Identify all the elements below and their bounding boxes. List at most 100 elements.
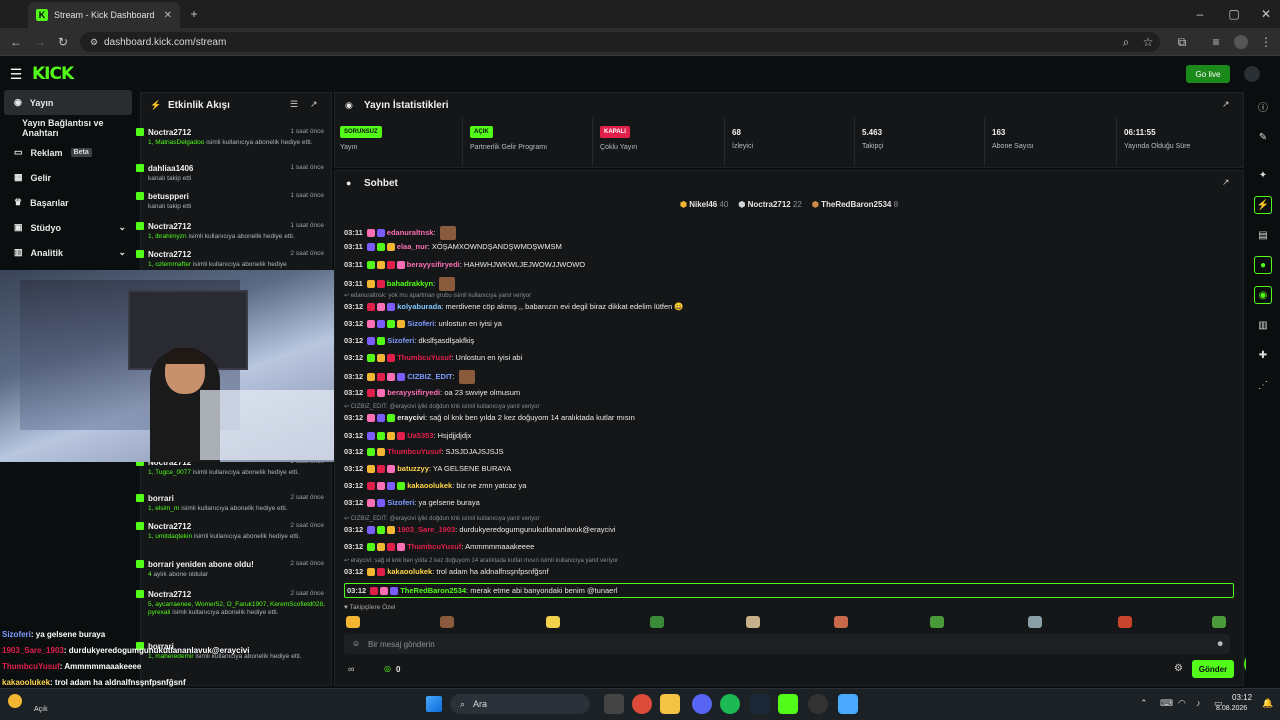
chat-settings-icon[interactable]: ⚙ <box>1174 663 1183 674</box>
chat-message[interactable]: 03:12 ThumbcuYusuf: Ammmmmaaakeeee <box>344 542 1234 552</box>
chat-message[interactable]: 03:11 bahadrakkyn: <box>344 277 1234 291</box>
media-icon[interactable]: ≡ <box>1206 32 1226 52</box>
message-username[interactable]: ThumbcuYusuf <box>407 542 461 551</box>
chat-message[interactable]: 03:12 berayysifiryedi: oa 23 swviye olmus… <box>344 388 1234 398</box>
file-explorer-icon[interactable] <box>660 694 680 714</box>
popout-icon[interactable]: ↗ <box>1222 99 1230 110</box>
nav-item-basarilar[interactable]: ♛ Başarılar <box>0 190 136 215</box>
chat-message[interactable]: 03:12 Ua5353: Hsjdjjdjdjx <box>344 431 1234 441</box>
chat-message[interactable]: 03:12 ThumbcuYusuf: SJSJDJAJSJSJS <box>344 447 1234 457</box>
filter-icon[interactable]: ☰ <box>290 99 298 110</box>
task-view-icon[interactable] <box>604 694 624 714</box>
app-icon[interactable] <box>838 694 858 714</box>
minimize-icon[interactable]: – <box>1190 4 1210 24</box>
chat-message[interactable]: 03:12 1903_Sare_1903: durdukyeredogumgunu… <box>344 525 1234 535</box>
message-username[interactable]: ThumbcuYusuf <box>387 447 441 456</box>
site-info-icon[interactable]: ⚙ <box>84 32 104 52</box>
bookmark-star-icon[interactable]: ☆ <box>1138 32 1158 52</box>
notification-icon[interactable]: 🔔 <box>1262 698 1273 709</box>
windows-start-icon[interactable] <box>426 696 442 712</box>
message-username[interactable]: berayysifiryedi <box>407 260 460 269</box>
discord-icon[interactable] <box>692 694 712 714</box>
top-gifter[interactable]: ⬢ Nikel46 40 <box>680 200 728 209</box>
chat-message[interactable]: 03:12 Sizoferi: dkslfşasdlşakfkiş <box>344 336 1234 346</box>
user-avatar[interactable] <box>1244 66 1260 82</box>
reload-icon[interactable]: ↻ <box>53 32 73 52</box>
chat-message[interactable]: 03:11 edanuraltnsk: <box>344 226 1234 240</box>
top-gifter[interactable]: ⬢ TheRedBaron2534 8 <box>812 200 898 209</box>
chat-message[interactable]: 03:12 Sizoferi: unlostun en iyisi ya <box>344 319 1234 329</box>
forward-icon[interactable]: → <box>30 32 50 52</box>
nav-item-stream-key[interactable]: Yayın Bağlantısı ve Anahtarı <box>0 115 136 140</box>
language-icon[interactable]: ⌨ <box>1160 698 1173 709</box>
edit-icon[interactable]: ✎ <box>1254 128 1272 146</box>
chat-message[interactable]: 03:12 eraycivi: sağ ol knk ben yılda 2 ke… <box>344 413 1234 423</box>
wrench-icon[interactable]: ✚ <box>1254 346 1272 364</box>
chat-message[interactable]: 03:12 batuzzyy: YA GELSENE BURAYA <box>344 464 1234 474</box>
message-username[interactable]: kolyaburada <box>397 302 441 311</box>
message-username[interactable]: berayysifiryedi <box>387 388 440 397</box>
nav-item-yayin[interactable]: ◉ Yayın <box>4 90 132 115</box>
menu-icon[interactable]: ☰ <box>6 64 26 84</box>
spotify-icon[interactable] <box>720 694 740 714</box>
chat-message[interactable]: 03:11 berayysifiryedi: HAHWHJWKWLJEJWOWJJ… <box>344 260 1234 270</box>
message-username[interactable]: Ua5353 <box>407 431 433 440</box>
new-tab-icon[interactable]: + <box>184 4 204 24</box>
tray-chevron-icon[interactable]: ⌃ <box>1140 698 1148 709</box>
message-username[interactable]: 1903_Sare_1903 <box>397 525 455 534</box>
emote-button[interactable] <box>546 616 560 628</box>
message-username[interactable]: kakaoolukek <box>407 481 452 490</box>
message-username[interactable]: CIZBIZ_EDIT <box>407 372 452 381</box>
top-gifter[interactable]: ⬢ Noctra2712 22 <box>738 200 802 209</box>
emote-icon[interactable]: ☻ <box>1216 639 1224 648</box>
close-tab-icon[interactable]: ✕ <box>164 10 172 21</box>
go-live-button[interactable]: Go live <box>1186 65 1230 83</box>
emote-button[interactable] <box>930 616 944 628</box>
message-username[interactable]: batuzzyy <box>397 464 429 473</box>
chat-message[interactable]: 03:12 CIZBIZ_EDIT: <box>344 370 1234 384</box>
kick-app-icon[interactable] <box>778 694 798 714</box>
send-button[interactable]: Gönder <box>1192 660 1234 678</box>
emote-button[interactable] <box>1028 616 1042 628</box>
nav-item-reklam[interactable]: ▭ Reklam Beta <box>0 140 136 165</box>
profile-avatar[interactable] <box>1234 35 1248 49</box>
message-username[interactable]: Sizoferi <box>387 498 414 507</box>
emote-button[interactable] <box>440 616 454 628</box>
obs-icon[interactable] <box>808 694 828 714</box>
kick-logo[interactable]: KICK <box>32 64 74 84</box>
browser-tab[interactable]: K Stream - Kick Dashboard ✕ <box>28 2 180 28</box>
chat-message[interactable]: 03:12 ThumbcuYusuf: Unlostun en iyisi abi <box>344 353 1234 363</box>
notes-icon[interactable]: ▤ <box>1254 226 1272 244</box>
message-username[interactable]: edanuraltnsk <box>387 228 434 237</box>
clock-time[interactable]: 03:12 <box>1232 693 1252 702</box>
chat-input[interactable]: Bir mesaj gönderin <box>344 634 1230 654</box>
message-username[interactable]: eraycivi <box>397 413 425 422</box>
chat-message[interactable]: 03:12 TheRedBaron2534: merak etme abi ban… <box>344 583 1234 599</box>
volume-icon[interactable]: ♪ <box>1196 698 1201 708</box>
info-icon[interactable]: ⓘ <box>1254 97 1272 115</box>
emote-button[interactable] <box>650 616 664 628</box>
browser-menu-icon[interactable]: ⋮ <box>1256 32 1276 52</box>
chat-message[interactable]: 03:12 kakaoolukek: trol adam ha aldnalfns… <box>344 567 1234 577</box>
layers-icon[interactable]: ▥ <box>1254 316 1272 334</box>
address-bar[interactable]: dashboard.kick.com/stream <box>80 32 1160 52</box>
share-icon[interactable]: ⋰ <box>1254 376 1272 394</box>
popout-icon[interactable]: ↗ <box>310 99 318 110</box>
chat-message[interactable]: 03:12 kolyaburada: merdivene cöp akmış ,,… <box>344 302 1234 312</box>
weather-icon[interactable] <box>8 694 22 708</box>
emote-button[interactable] <box>1212 616 1226 628</box>
chat-message[interactable]: 03:12 kakaoolukek: biz ne zmn yatcaz ya <box>344 481 1234 491</box>
message-username[interactable]: kakaoolukek <box>387 567 432 576</box>
wifi-icon[interactable]: ◠ <box>1178 698 1186 709</box>
modtools-icon[interactable]: ✦ <box>1254 166 1272 184</box>
emote-button[interactable] <box>1118 616 1132 628</box>
steam-icon[interactable] <box>750 694 770 714</box>
message-username[interactable]: ThumbcuYusuf <box>397 353 451 362</box>
extensions-icon[interactable]: ⧉ <box>1172 32 1192 52</box>
broadcast-toggle-icon[interactable]: ◉ <box>1254 286 1272 304</box>
back-icon[interactable]: ← <box>6 32 26 52</box>
nav-item-gelir[interactable]: ▦ Gelir <box>0 165 136 190</box>
lightning-icon[interactable]: ⚡ <box>1254 196 1272 214</box>
message-username[interactable]: bahadrakkyn <box>387 279 433 288</box>
message-username[interactable]: Sizoferi <box>387 336 414 345</box>
